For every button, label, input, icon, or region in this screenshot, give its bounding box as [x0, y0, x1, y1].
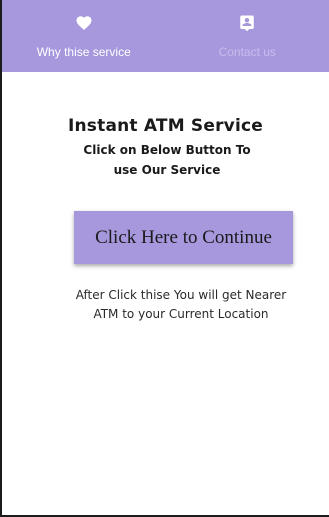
page-subtitle: Click on Below Button To use Our Service — [83, 143, 251, 177]
contact-icon — [240, 15, 254, 32]
heart-icon — [76, 16, 92, 30]
app-screen: Why thise service Contact us Instant ATM… — [0, 0, 329, 517]
continue-button[interactable]: Click Here to Continue — [74, 211, 293, 264]
tab-contact-us[interactable]: Contact us — [166, 0, 329, 72]
description-text: After Click thise You will get Nearer AT… — [75, 288, 287, 321]
tab-why-this-service-label: Why thise service — [36, 45, 131, 59]
tab-why-this-service[interactable]: Why thise service — [2, 0, 166, 72]
tab-contact-us-label: Contact us — [218, 45, 276, 59]
page-title: Instant ATM Service — [67, 116, 264, 136]
top-navigation-bar: Why thise service Contact us — [2, 0, 329, 72]
